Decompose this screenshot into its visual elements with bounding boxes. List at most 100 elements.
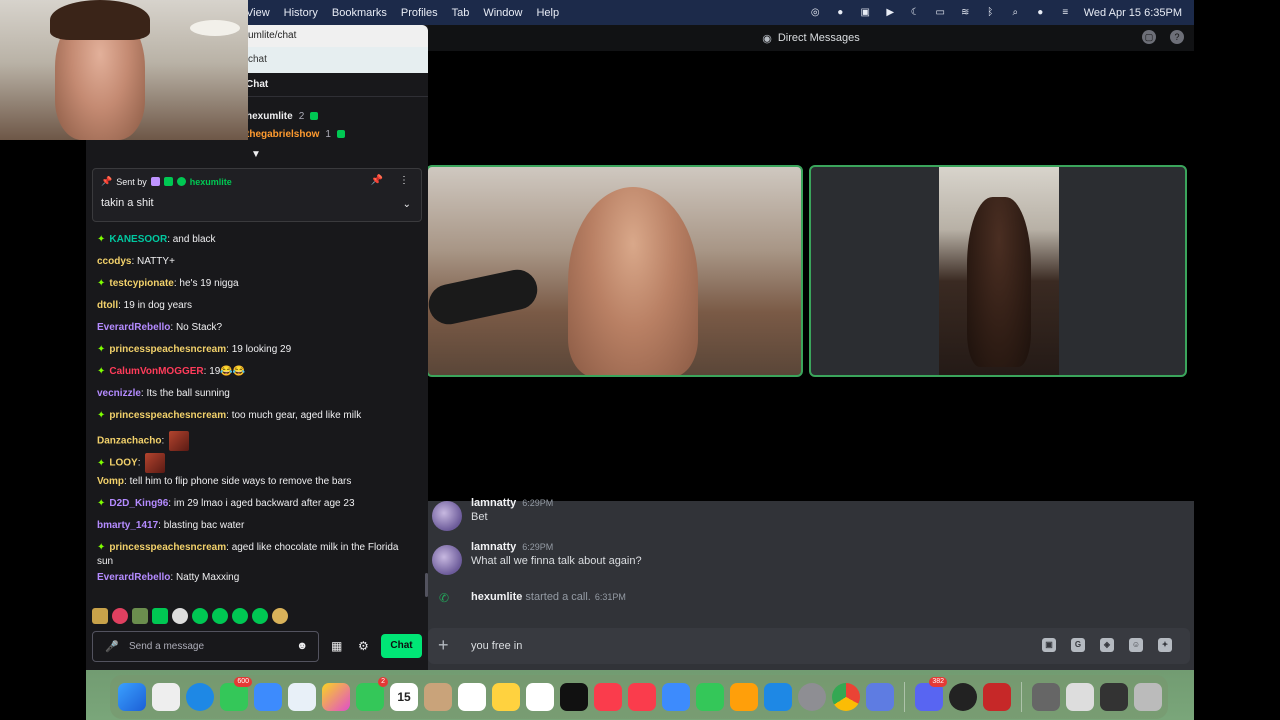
message-author[interactable]: lamnatty 6:29PM [471, 541, 553, 553]
store-icon[interactable]: ▦ [331, 639, 342, 653]
safari-icon[interactable] [186, 683, 214, 711]
photos-icon[interactable] [322, 683, 350, 711]
menu-bookmarks[interactable]: Bookmarks [332, 7, 387, 19]
numbers-icon[interactable] [696, 683, 724, 711]
mic-icon[interactable]: 🎤 [105, 640, 119, 653]
menu-view[interactable]: View [246, 7, 270, 19]
notes-icon[interactable] [492, 683, 520, 711]
chat-username[interactable]: princesspeachesncream [109, 410, 226, 421]
avatar[interactable] [432, 501, 462, 531]
menu-tab[interactable]: Tab [452, 7, 470, 19]
emote-icon[interactable] [152, 608, 168, 624]
chat-username[interactable]: LOOY [109, 458, 137, 469]
settings-gear-icon[interactable]: ⚙ [358, 639, 369, 653]
obs-icon[interactable]: ◎ [809, 6, 822, 19]
chat-input[interactable]: Send a message [129, 641, 204, 652]
user-icon[interactable]: ● [1034, 6, 1047, 19]
leaderboard-row[interactable]: thegabrielshow 1 [246, 125, 345, 143]
emote-icon[interactable] [172, 608, 188, 624]
message-author[interactable]: lamnatty 6:29PM [471, 497, 553, 509]
emote-icon[interactable] [192, 608, 208, 624]
apps-icon[interactable]: ✦ [1158, 638, 1172, 652]
chat-username[interactable]: EverardRebello [97, 322, 170, 333]
video-tile-guest[interactable] [809, 165, 1187, 377]
emote-icon[interactable] [132, 608, 148, 624]
keynote-icon[interactable] [662, 683, 690, 711]
chat-username[interactable]: Vomp [97, 476, 124, 487]
video-tile-host[interactable] [426, 165, 803, 377]
emoji-icon[interactable]: ☺ [1129, 638, 1143, 652]
contacts-icon[interactable] [424, 683, 452, 711]
chrome-icon[interactable] [832, 683, 860, 711]
gift-icon[interactable]: ▣ [1042, 638, 1056, 652]
emote-icon[interactable] [112, 608, 128, 624]
chat-username[interactable]: D2D_King96 [109, 498, 168, 509]
news-icon[interactable] [628, 683, 656, 711]
screenshot-stack-icon[interactable] [1100, 683, 1128, 711]
obs-icon[interactable] [949, 683, 977, 711]
focus-moon-icon[interactable]: ☾ [909, 6, 922, 19]
bluetooth-icon[interactable]: ᛒ [984, 6, 997, 19]
menu-profiles[interactable]: Profiles [401, 7, 438, 19]
trash-icon[interactable] [1134, 683, 1162, 711]
mail-icon[interactable] [254, 683, 282, 711]
chat-username[interactable]: bmarty_1417 [97, 520, 158, 531]
calendar-icon[interactable]: 15 [390, 683, 418, 711]
maps-icon[interactable] [288, 683, 316, 711]
chat-username[interactable]: princesspeachesncream [109, 542, 226, 553]
app-store-icon[interactable] [764, 683, 792, 711]
emote-icon[interactable] [212, 608, 228, 624]
chat-username[interactable]: CalumVonMOGGER [109, 366, 203, 377]
chat-username[interactable]: dtoll [97, 300, 118, 311]
expand-chevron-icon[interactable]: ⌄ [403, 199, 411, 210]
emote-icon[interactable] [232, 608, 248, 624]
chat-username[interactable]: princesspeachesncream [109, 344, 226, 355]
preview-icon[interactable] [866, 683, 894, 711]
system-settings-icon[interactable] [798, 683, 826, 711]
screen-share-icon[interactable]: ▣ [859, 6, 872, 19]
composer-box[interactable]: + you free in ▣ G ◈ ☺ ✦ [428, 628, 1190, 664]
discord-icon[interactable]: 382 [915, 677, 947, 711]
chat-username[interactable]: KANESOOR [109, 234, 167, 245]
message-input[interactable]: you free in [471, 640, 522, 652]
chat-send-button[interactable]: Chat [381, 634, 422, 658]
dictionary-icon[interactable] [983, 683, 1011, 711]
document-stack-icon[interactable] [1066, 683, 1094, 711]
reminders-icon[interactable] [458, 683, 486, 711]
chat-scrollbar[interactable] [425, 573, 428, 597]
chat-username[interactable]: ccodys [97, 256, 131, 267]
downloads-stack-icon[interactable] [1032, 683, 1060, 711]
avatar[interactable] [432, 545, 462, 575]
messages-icon[interactable]: 600 [220, 677, 252, 711]
menu-help[interactable]: Help [536, 7, 559, 19]
launchpad-icon[interactable] [152, 683, 180, 711]
play-icon[interactable]: ▶ [884, 6, 897, 19]
pages-icon[interactable] [730, 683, 758, 711]
music-icon[interactable] [594, 683, 622, 711]
unpin-icon[interactable]: 📌 [371, 175, 383, 186]
menu-history[interactable]: History [284, 7, 318, 19]
call-event-user[interactable]: hexumlite [471, 591, 522, 603]
chat-username[interactable]: EverardRebello [97, 572, 170, 583]
search-icon[interactable]: ⌕ [1009, 6, 1022, 19]
apple-tv-icon[interactable] [560, 683, 588, 711]
record-icon[interactable]: ● [834, 6, 847, 19]
attach-plus-icon[interactable]: + [438, 635, 449, 656]
more-options-icon[interactable]: ⋮ [399, 175, 409, 186]
wifi-icon[interactable]: ≋ [959, 6, 972, 19]
gif-icon[interactable]: G [1071, 638, 1085, 652]
freeform-icon[interactable] [526, 683, 554, 711]
emote-icon[interactable] [272, 608, 288, 624]
finder-icon[interactable] [118, 683, 146, 711]
chat-username[interactable]: Danzachacho [97, 436, 161, 447]
chat-username[interactable]: testcypionate [109, 278, 173, 289]
pinned-user[interactable]: hexumlite [190, 177, 232, 187]
battery-icon[interactable]: ▭ [934, 6, 947, 19]
help-icon[interactable]: ? [1170, 30, 1184, 44]
emote-icon[interactable] [92, 608, 108, 624]
chat-username[interactable]: vecnizzle [97, 388, 141, 399]
emote-icon[interactable] [252, 608, 268, 624]
collapse-chevron-icon[interactable]: ▼ [251, 149, 261, 160]
chat-input-box[interactable]: 🎤 Send a message ☻ [92, 631, 319, 662]
inbox-icon[interactable]: ▢ [1142, 30, 1156, 44]
